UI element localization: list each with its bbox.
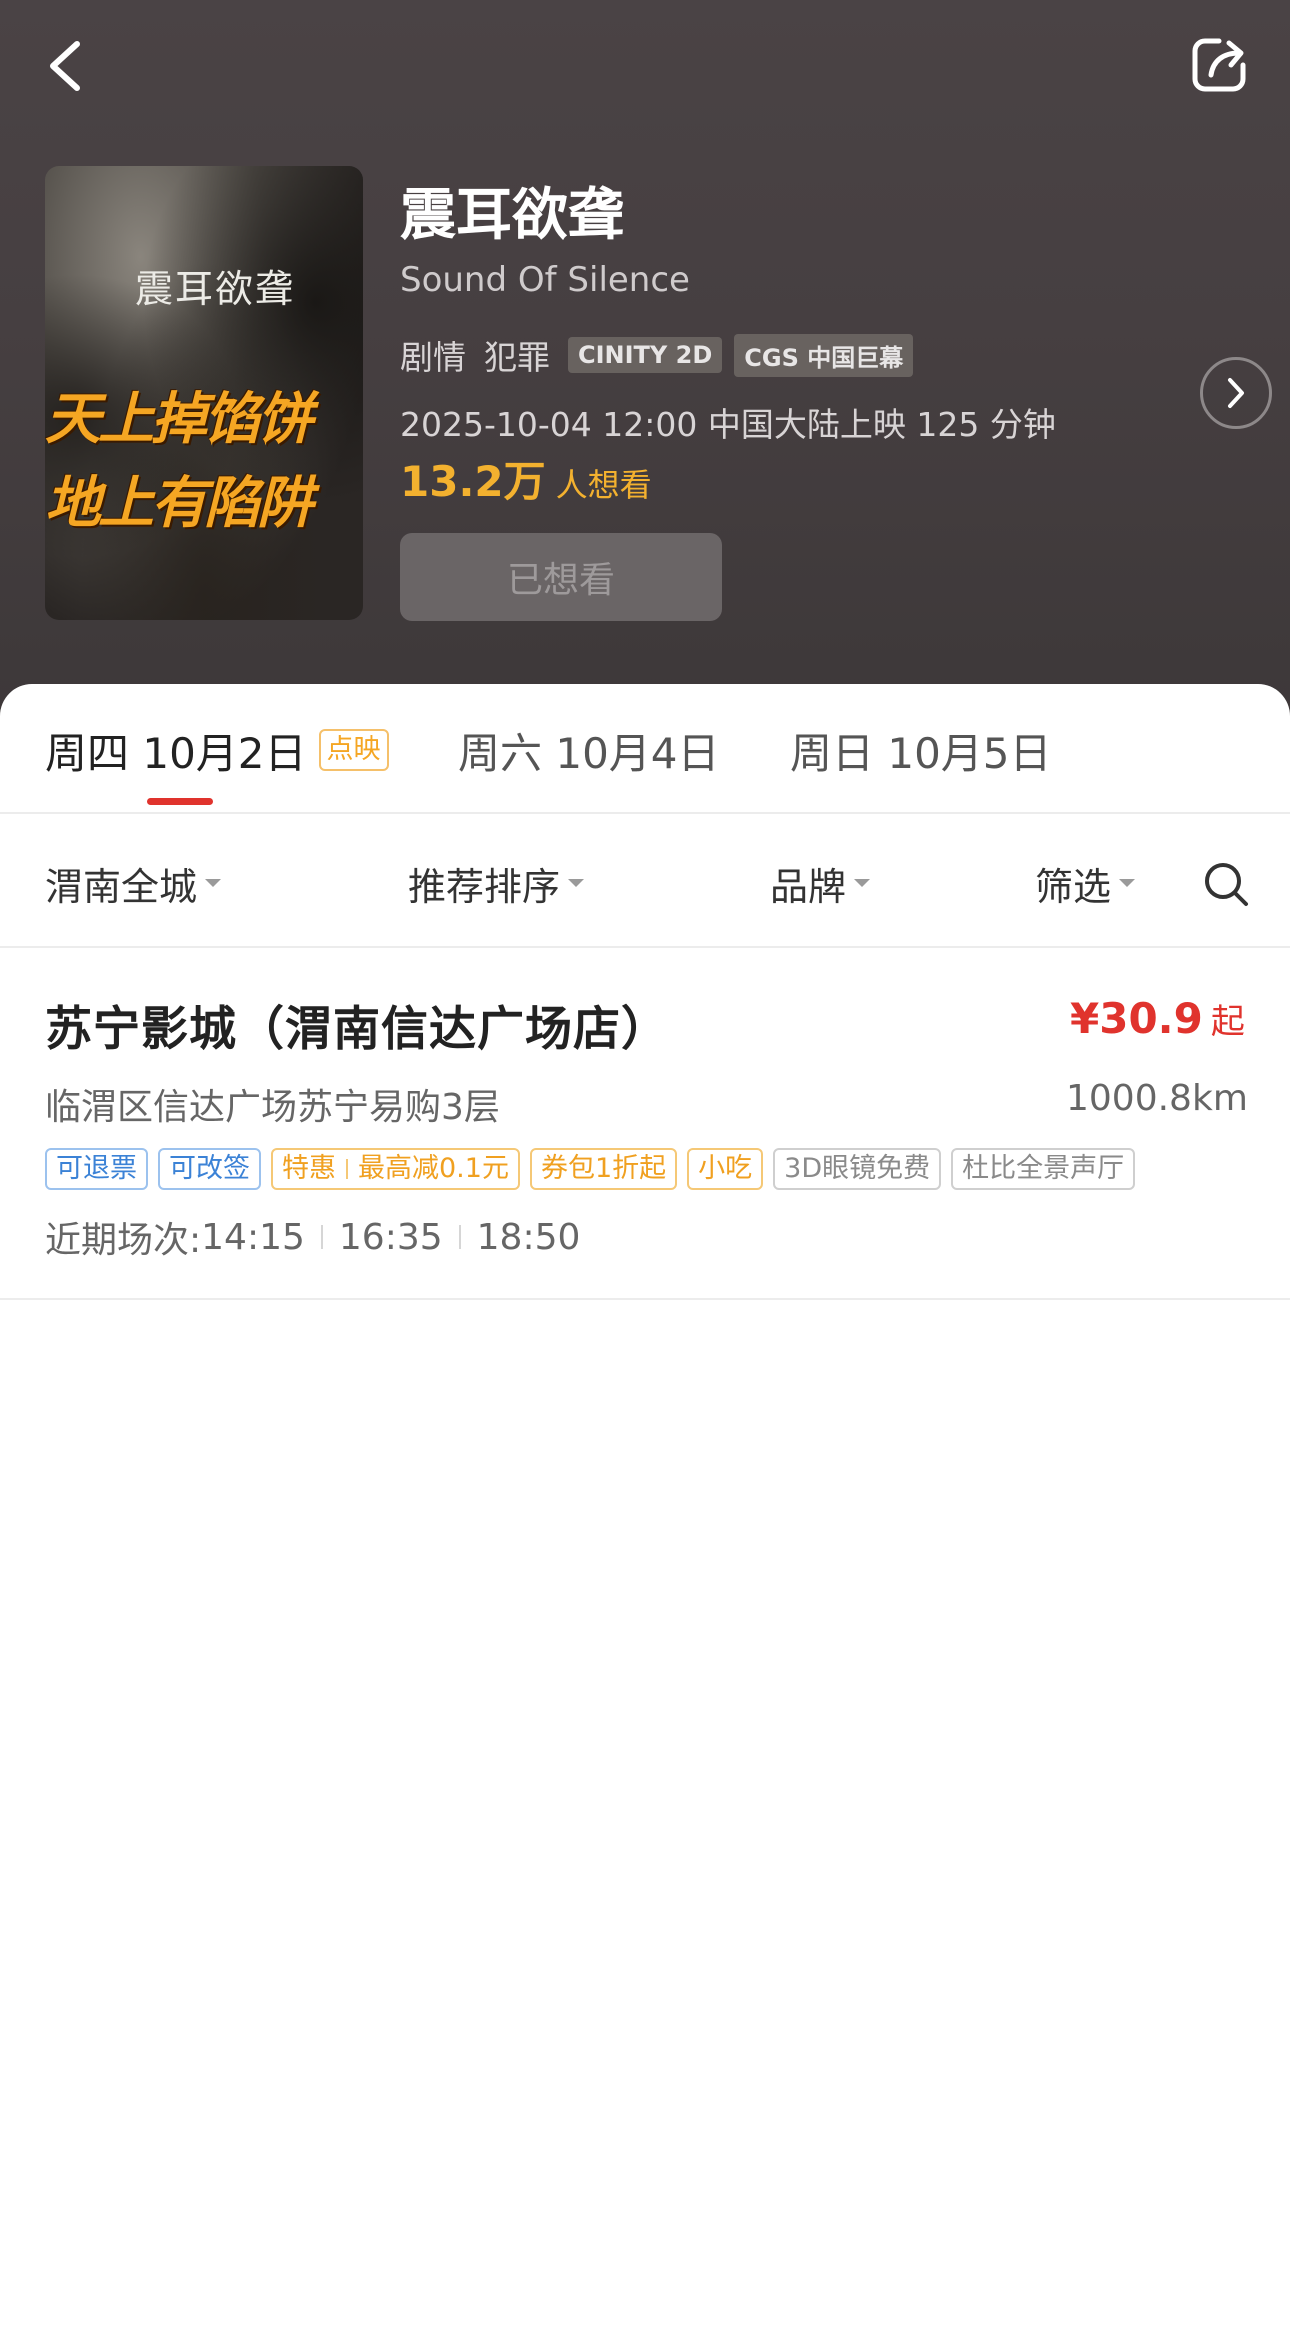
want-count-number: 13.2万 bbox=[400, 457, 546, 506]
caret-down-icon bbox=[205, 879, 222, 887]
price-value: ¥30.9 bbox=[1070, 994, 1203, 1043]
cinema-price: ¥30.9 起 bbox=[1070, 994, 1245, 1043]
poster-slogan-line1: 天上掉馅饼 bbox=[45, 387, 313, 452]
divider bbox=[0, 1298, 1290, 1300]
share-icon bbox=[1192, 38, 1246, 92]
tab-date-oct5[interactable]: 周日 10月5日 bbox=[790, 720, 1052, 780]
showtime-separator bbox=[320, 1225, 323, 1249]
cinema-distance: 1000.8km bbox=[1066, 1078, 1248, 1119]
tag-deal: 特惠 最高减0.1元 bbox=[271, 1148, 520, 1190]
cinema-name: 苏宁影城（渭南信达广场店） bbox=[45, 1002, 669, 1057]
showtime: 16:35 bbox=[338, 1216, 443, 1258]
filter-brand-label: 品牌 bbox=[770, 864, 847, 909]
caret-down-icon bbox=[1119, 879, 1136, 887]
filter-more-label: 筛选 bbox=[1035, 864, 1112, 909]
tab-date-oct2[interactable]: 周四 10月2日 点映 bbox=[45, 720, 389, 780]
price-suffix: 起 bbox=[1210, 1002, 1245, 1042]
release-info: 2025-10-04 12:00 中国大陆上映 125 分钟 bbox=[400, 405, 1056, 444]
genre-label: 剧情 bbox=[400, 338, 466, 377]
tag-refund: 可退票 bbox=[45, 1148, 148, 1190]
movie-title: 震耳欲聋 bbox=[400, 183, 624, 248]
tag-change: 可改签 bbox=[158, 1148, 261, 1190]
tab-label: 周六 10月4日 bbox=[458, 728, 720, 778]
search-icon bbox=[1205, 863, 1248, 906]
tag-deal-label: 特惠 bbox=[282, 1153, 336, 1184]
tag-dolby-hall: 杜比全景声厅 bbox=[951, 1148, 1136, 1190]
filter-sort[interactable]: 推荐排序 bbox=[408, 855, 585, 911]
want-count: 13.2万 人想看 bbox=[400, 448, 652, 509]
divider bbox=[0, 946, 1290, 948]
caret-down-icon bbox=[854, 879, 871, 887]
filter-brand[interactable]: 品牌 bbox=[770, 855, 871, 911]
movie-english-title: Sound Of Silence bbox=[400, 260, 690, 300]
genre-format-row: 剧情 犯罪 CINITY 2D CGS 中国巨幕 bbox=[400, 332, 925, 378]
cinema-address: 临渭区信达广场苏宁易购3层 bbox=[45, 1087, 500, 1128]
showtime: 14:15 bbox=[201, 1216, 305, 1258]
format-badge: CGS 中国巨幕 bbox=[734, 333, 914, 377]
filter-city-label: 渭南全城 bbox=[45, 864, 198, 909]
caret-down-icon bbox=[568, 879, 585, 887]
showtime-sheet: 周四 10月2日 点映 周六 10月4日 周日 10月5日 bbox=[0, 684, 1290, 2325]
tab-label: 周日 10月5日 bbox=[790, 728, 1052, 778]
want-count-label: 人想看 bbox=[555, 466, 652, 504]
active-tab-indicator bbox=[147, 798, 213, 805]
filter-city[interactable]: 渭南全城 bbox=[45, 855, 222, 911]
tag-3d-glasses: 3D眼镜免费 bbox=[773, 1148, 942, 1190]
filter-sort-label: 推荐排序 bbox=[408, 864, 561, 909]
chevron-right-icon bbox=[1228, 378, 1244, 408]
chevron-left-icon bbox=[50, 41, 80, 91]
preview-badge: 点映 bbox=[318, 729, 389, 771]
tag-snack: 小吃 bbox=[687, 1148, 764, 1190]
format-badge: CINITY 2D bbox=[568, 337, 723, 373]
filter-more[interactable]: 筛选 bbox=[1035, 855, 1136, 911]
tag-separator bbox=[346, 1159, 348, 1179]
tab-date-oct4[interactable]: 周六 10月4日 bbox=[458, 720, 720, 780]
movie-detail-page: 震耳欲聋 天上掉馅饼 地上有陷阱 震耳欲聋 Sound Of Silence 剧… bbox=[0, 0, 1290, 2325]
tag-voucher: 券包1折起 bbox=[529, 1148, 678, 1190]
movie-header: 震耳欲聋 天上掉馅饼 地上有陷阱 震耳欲聋 Sound Of Silence 剧… bbox=[0, 0, 1290, 720]
wanted-button[interactable]: 已想看 bbox=[400, 533, 722, 621]
showtimes-label: 近期场次: bbox=[45, 1220, 202, 1261]
movie-detail-next-button[interactable] bbox=[1200, 357, 1272, 429]
tab-label: 周四 10月2日 bbox=[45, 728, 307, 778]
cinema-tags: 可退票 可改签 特惠 最高减0.1元 券包1折起 小吃 3D眼镜免费 杜比全景声… bbox=[45, 1147, 1145, 1191]
divider bbox=[0, 812, 1290, 814]
poster-title: 震耳欲聋 bbox=[134, 267, 295, 311]
search-button[interactable] bbox=[1198, 856, 1254, 912]
recent-showtimes: 近期场次: 14:15 16:35 18:50 bbox=[45, 1212, 580, 1262]
genre-label: 犯罪 bbox=[484, 338, 550, 377]
back-button[interactable] bbox=[30, 28, 100, 104]
poster-slogan: 天上掉馅饼 地上有陷阱 bbox=[45, 378, 363, 546]
showtime-separator bbox=[458, 1225, 461, 1249]
tag-deal-detail: 最高减0.1元 bbox=[358, 1153, 509, 1184]
showtime: 18:50 bbox=[476, 1216, 581, 1258]
poster-slogan-line2: 地上有陷阱 bbox=[45, 471, 313, 536]
movie-poster[interactable]: 震耳欲聋 天上掉馅饼 地上有陷阱 bbox=[45, 166, 363, 620]
share-button[interactable] bbox=[1180, 26, 1258, 104]
